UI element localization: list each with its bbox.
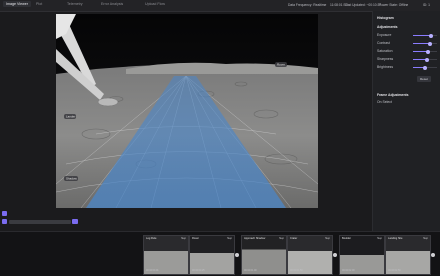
tab-image-viewer[interactable]: Image Viewer: [3, 1, 31, 7]
reset-button[interactable]: Reset: [417, 76, 431, 82]
histogram-title[interactable]: Histogram: [377, 16, 394, 20]
slider-label: Brightness: [377, 65, 394, 69]
thumbnail[interactable]: Boulder Step 00:02:02.00: [339, 235, 385, 275]
thumbnail[interactable]: Rover Step 00:02:00.25: [189, 235, 235, 275]
thumbnail[interactable]: Leg Rule Step 00:02:00.01: [143, 235, 189, 275]
tab-plot[interactable]: Plot: [36, 2, 42, 6]
contrast-slider[interactable]: [413, 41, 437, 46]
exposure-slider[interactable]: [413, 33, 437, 38]
timeline-marker[interactable]: [333, 253, 337, 257]
saturation-slider[interactable]: [413, 49, 437, 54]
data-frequency: Data Frequency: Realtime: [288, 2, 327, 7]
brightness-slider[interactable]: [413, 65, 437, 70]
slider-label: Exposure: [377, 33, 392, 37]
last-updated: Last Updated: ~00:10:37: [345, 2, 382, 7]
tool-measure-icon[interactable]: [2, 219, 7, 224]
power-state: Power State: Offline: [379, 2, 409, 7]
image-viewer[interactable]: Lander Shadow Rover: [56, 14, 318, 208]
tab-error-analysis[interactable]: Error Analysis: [101, 2, 123, 6]
thumbnail-strip: Leg Rule Step 00:02:00.01 Rover Step 00:…: [0, 231, 440, 276]
tab-telemetry[interactable]: Telemetry: [67, 2, 83, 6]
sharpness-slider[interactable]: [413, 57, 437, 62]
play-icon[interactable]: [72, 219, 78, 224]
id-badge: ID: 1: [423, 2, 430, 7]
slider-label: Sharpness: [377, 57, 394, 61]
tool-cursor-icon[interactable]: [2, 211, 7, 216]
frame-scrubber[interactable]: [9, 220, 71, 224]
thumbnail[interactable]: Crater Step 00:02:01.50: [287, 235, 333, 275]
slider-label: Contrast: [377, 41, 390, 45]
timeline-marker[interactable]: [235, 253, 239, 257]
overlay-rover: Rover: [277, 63, 285, 67]
on-select-label: On Select: [377, 100, 392, 104]
overlay-shadow: Shadow: [66, 177, 78, 181]
timeline-marker[interactable]: [431, 253, 435, 257]
thumbnail[interactable]: Approach Shadow Step 00:02:01.00: [241, 235, 287, 275]
tab-upload-flow[interactable]: Upload Flow: [145, 2, 165, 6]
overlay-lander: Lander: [66, 115, 75, 119]
slider-label: Saturation: [377, 49, 393, 53]
frame-adjustments-title[interactable]: Frame Adjustments: [377, 93, 409, 97]
adjustments-title[interactable]: Adjustments: [377, 25, 398, 29]
lunar-image: Lander Shadow Rover: [56, 14, 318, 208]
thumbnail[interactable]: Landing Site Step 00:02:02.50: [385, 235, 431, 275]
